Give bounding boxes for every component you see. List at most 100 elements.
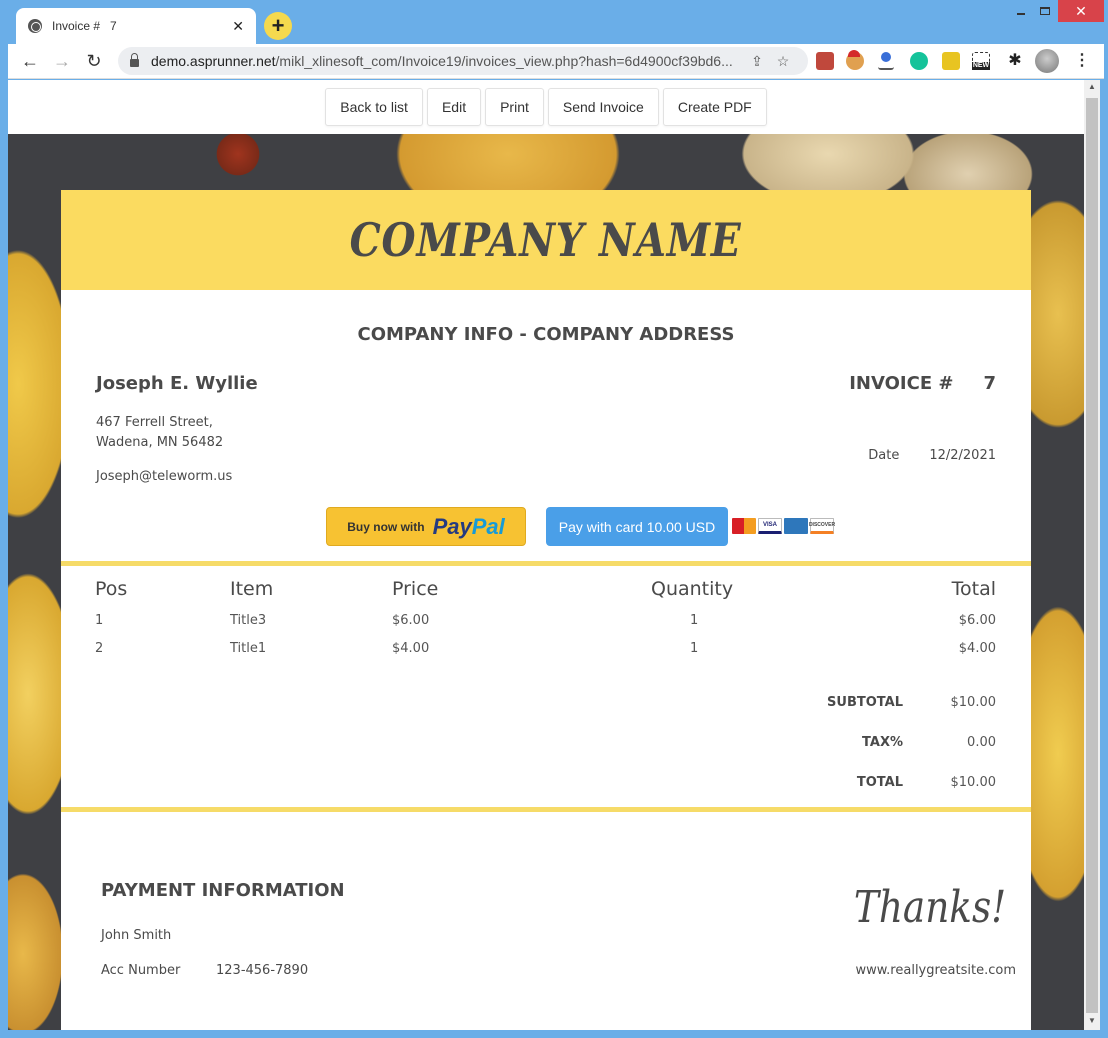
visa-icon: VISA: [758, 518, 782, 534]
invoice-number: 7: [983, 373, 996, 394]
company-name: COMPANY NAME: [350, 213, 742, 267]
scrollbar-thumb[interactable]: [1086, 98, 1098, 1013]
row-pos: 2: [95, 641, 104, 656]
page-viewport: Back to list Edit Print Send Invoice Cre…: [8, 80, 1084, 1030]
payment-name: John Smith: [101, 928, 172, 943]
window-border-left: [0, 44, 8, 1038]
total-value: $10.00: [950, 775, 997, 790]
date-label: Date: [868, 448, 900, 463]
card-logos: VISA DISCOVER: [732, 518, 835, 534]
maximize-icon: [1040, 7, 1050, 15]
discover-icon: DISCOVER: [809, 518, 835, 534]
date-value: 12/2/2021: [929, 448, 996, 463]
header-quantity: Quantity: [651, 578, 734, 600]
invoice-sheet: COMPANY NAME COMPANY INFO - COMPANY ADDR…: [61, 190, 1031, 1030]
reload-button[interactable]: ↻: [78, 45, 110, 77]
browser-tab[interactable]: Invoice # 7 ✕: [16, 8, 256, 44]
profile-avatar[interactable]: [1035, 49, 1059, 73]
row-quantity: 1: [690, 613, 699, 628]
minimize-button[interactable]: [1010, 0, 1032, 22]
header-total: Total: [951, 578, 996, 600]
new-badge: NEW: [972, 62, 990, 70]
url-path: /mikl_xlinesoft_com/Invoice19/invoices_v…: [275, 53, 733, 69]
forward-button[interactable]: →: [46, 45, 78, 77]
extensions-puzzle-icon[interactable]: ✱: [1006, 52, 1024, 70]
edit-button[interactable]: Edit: [426, 88, 482, 126]
subtotal-label: SUBTOTAL: [827, 695, 903, 710]
customer-address: 467 Ferrell Street, Wadena, MN 56482: [96, 413, 223, 453]
grammarly-extension-icon[interactable]: [910, 52, 928, 70]
payment-info-heading: PAYMENT INFORMATION: [101, 880, 345, 901]
window-border-bottom: [0, 1030, 1108, 1038]
book-extension-icon[interactable]: [816, 52, 834, 70]
invoice-number-block: INVOICE # 7: [849, 373, 996, 394]
row-quantity: 1: [690, 641, 699, 656]
divider: [61, 561, 1031, 566]
divider: [61, 807, 1031, 812]
browser-titlebar: Invoice # 7 ✕ + ✕: [0, 0, 1108, 44]
print-button[interactable]: Print: [485, 88, 544, 126]
row-total: $4.00: [958, 641, 996, 656]
account-number-label: Acc Number: [101, 963, 181, 978]
header-pos: Pos: [95, 578, 128, 600]
tab-title: Invoice # 7: [52, 19, 117, 33]
url-text[interactable]: demo.asprunner.net/mikl_xlinesoft_com/In…: [151, 53, 744, 69]
paypal-logo-pal: Pal: [471, 513, 505, 539]
invoice-label: INVOICE #: [849, 373, 954, 394]
share-icon[interactable]: ⇪: [744, 53, 770, 70]
subtotal-value: $10.00: [950, 695, 997, 710]
window-close-button[interactable]: ✕: [1058, 0, 1104, 22]
header-item: Item: [230, 578, 274, 600]
close-tab-icon[interactable]: ✕: [232, 18, 244, 35]
row-price: $4.00: [392, 641, 430, 656]
invoice-date: Date 12/2/2021: [868, 448, 996, 463]
scroll-down-arrow-icon[interactable]: ▼: [1088, 1016, 1096, 1025]
address-bar[interactable]: demo.asprunner.net/mikl_xlinesoft_com/In…: [118, 47, 808, 75]
customer-email: Joseph@teleworm.us: [96, 469, 233, 484]
lock-icon: [130, 53, 139, 67]
maximize-button[interactable]: [1034, 0, 1056, 22]
paypal-button[interactable]: Buy now with PayPal: [326, 507, 526, 546]
globe-icon: [28, 19, 42, 33]
browser-menu-icon[interactable]: ⋮: [1074, 52, 1090, 70]
row-pos: 1: [95, 613, 104, 628]
action-bar: Back to list Edit Print Send Invoice Cre…: [8, 80, 1084, 134]
company-banner: COMPANY NAME: [61, 190, 1031, 290]
paypal-prefix: Buy now with: [347, 519, 425, 534]
vertical-scrollbar[interactable]: ▲ ▼: [1084, 80, 1100, 1030]
account-number-value: 123-456-7890: [216, 963, 309, 978]
santa-extension-icon[interactable]: [846, 50, 864, 70]
address-line-2: Wadena, MN 56482: [96, 435, 224, 450]
paypal-logo-pay: Pay: [432, 513, 472, 539]
total-label: TOTAL: [856, 775, 903, 790]
back-to-list-button[interactable]: Back to list: [325, 88, 423, 126]
send-invoice-button[interactable]: Send Invoice: [547, 88, 659, 126]
scroll-up-arrow-icon[interactable]: ▲: [1088, 82, 1096, 91]
row-total: $6.00: [958, 613, 996, 628]
screenshot-new-extension-icon[interactable]: NEW: [972, 52, 990, 70]
tax-value: 0.00: [967, 735, 996, 750]
row-price: $6.00: [392, 613, 430, 628]
ruler-extension-icon[interactable]: [878, 52, 894, 70]
browser-toolbar: ← → ↻ demo.asprunner.net/mikl_xlinesoft_…: [8, 44, 1104, 79]
row-item: Title1: [230, 641, 267, 656]
row-item: Title3: [230, 613, 267, 628]
mastercard-icon: [732, 518, 756, 534]
new-tab-button[interactable]: +: [264, 12, 292, 40]
yellow-extension-icon[interactable]: [942, 52, 960, 70]
pay-with-card-button[interactable]: Pay with card 10.00 USD: [546, 507, 728, 546]
minimize-icon: [1017, 13, 1025, 15]
back-button[interactable]: ←: [14, 45, 46, 77]
tax-label: TAX%: [862, 735, 903, 750]
bookmark-star-icon[interactable]: ☆: [770, 53, 796, 70]
thanks-text: Thanks!: [853, 882, 1006, 933]
website-text: www.reallygreatsite.com: [855, 963, 1016, 978]
customer-name: Joseph E. Wyllie: [96, 373, 258, 394]
window-border-right: [1100, 80, 1108, 1038]
address-line-1: 467 Ferrell Street,: [96, 415, 213, 430]
header-price: Price: [392, 578, 439, 600]
paypal-logo: PayPal: [433, 514, 505, 540]
url-host: demo.asprunner.net: [151, 53, 276, 69]
company-info: COMPANY INFO - COMPANY ADDRESS: [357, 324, 735, 345]
create-pdf-button[interactable]: Create PDF: [662, 88, 767, 126]
